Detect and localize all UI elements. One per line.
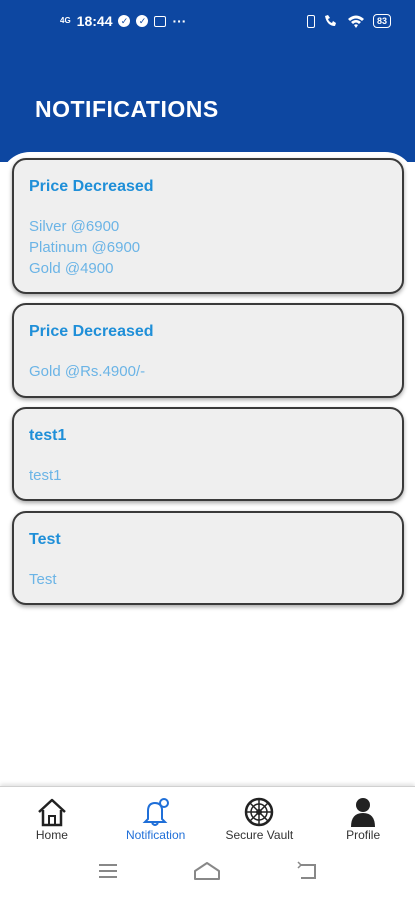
nav-profile[interactable]: Profile	[311, 787, 415, 846]
app-header: NOTIFICATIONS	[0, 42, 415, 162]
more-notifications-icon: ···	[172, 13, 187, 29]
nav-notification[interactable]: Notification	[104, 787, 208, 846]
notification-title: Test	[29, 531, 61, 548]
battery-level: 83	[376, 15, 387, 26]
system-nav-bar	[0, 846, 415, 900]
wifi-icon	[347, 14, 365, 28]
vault-icon	[242, 797, 276, 827]
check-icon: ✓	[136, 15, 149, 27]
nav-profile-label: Profile	[346, 828, 381, 842]
notification-card[interactable]: Test Test	[12, 511, 404, 605]
notification-body: Gold @Rs.4900/-	[29, 361, 386, 382]
notification-body: Silver @6900 Platinum @6900 Gold @4900	[29, 216, 386, 279]
nav-secure-vault[interactable]: Secure Vault	[208, 787, 312, 846]
nav-home[interactable]: Home	[0, 787, 104, 846]
notification-body: test1	[29, 465, 386, 486]
notification-line: Test	[29, 571, 57, 588]
battery-icon: 83	[372, 14, 391, 28]
vibrate-icon	[306, 14, 315, 28]
signal-icon: 4G	[60, 17, 71, 25]
notification-card[interactable]: test1 test1	[12, 407, 404, 501]
mail-icon	[154, 15, 167, 27]
bell-icon	[139, 797, 173, 827]
notification-body: Test	[29, 569, 386, 590]
person-icon	[346, 797, 380, 827]
nav-home-label: Home	[35, 828, 68, 842]
status-bar: 4G 18:44 ✓ ✓ ··· 83	[0, 0, 415, 42]
notification-title: Price Decreased	[29, 323, 154, 340]
menu-icon[interactable]	[97, 862, 119, 885]
nav-notification-label: Notification	[125, 828, 186, 842]
status-left: 4G 18:44 ✓ ✓ ···	[60, 13, 186, 29]
status-right: 83	[306, 14, 391, 28]
notification-line: test1	[29, 467, 62, 484]
bottom-nav: Home Notification Secure Vault Profile	[0, 786, 415, 846]
notification-line: Gold @4900	[29, 260, 114, 277]
notification-line: Silver @6900	[29, 218, 120, 235]
page-title: NOTIFICATIONS	[35, 96, 219, 122]
back-icon[interactable]	[295, 860, 319, 886]
status-time: 18:44	[76, 13, 113, 29]
notifications-panel: Price Decreased Silver @6900 Platinum @6…	[0, 152, 415, 792]
notification-line: Gold @Rs.4900/-	[29, 363, 146, 380]
notification-card[interactable]: Price Decreased Silver @6900 Platinum @6…	[12, 158, 404, 294]
home-outline-icon[interactable]	[192, 861, 222, 886]
verified-icon: ✓	[118, 15, 131, 27]
nav-secure-vault-label: Secure Vault	[225, 828, 294, 842]
notification-card[interactable]: Price Decreased Gold @Rs.4900/-	[12, 303, 404, 398]
home-icon	[35, 797, 69, 827]
notification-title: test1	[29, 427, 67, 444]
call-icon	[323, 14, 339, 28]
notification-line: Platinum @6900	[29, 239, 141, 256]
signal-label: 4G	[60, 16, 71, 25]
notification-title: Price Decreased	[29, 178, 154, 195]
